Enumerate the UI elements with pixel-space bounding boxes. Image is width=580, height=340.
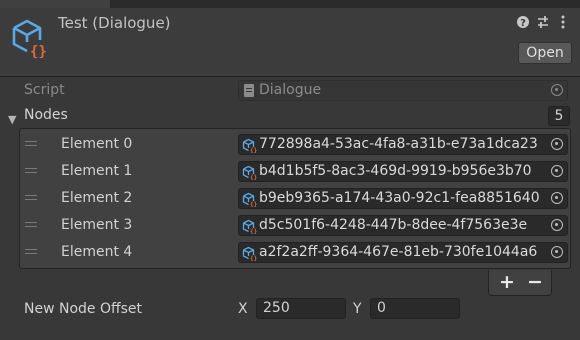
inspector-header: {} Test (Dialogue) ? Open (0, 8, 580, 76)
list-item: Element 3 {} d5c501f6-4248-447b-8dee-4f7… (20, 212, 570, 239)
svg-text:{}: {} (250, 175, 257, 181)
svg-text:{}: {} (250, 256, 257, 262)
scriptable-object-cube-icon: {} (242, 219, 257, 234)
scriptable-object-cube-icon: {} (242, 165, 257, 180)
node-object-field[interactable]: {} b9eb9365-a174-43a0-92c1-fea8851640 (238, 188, 568, 209)
element-label: Element 2 (61, 190, 133, 206)
element-label: Element 1 (61, 163, 133, 179)
object-picker-icon[interactable] (551, 138, 563, 150)
node-object-field[interactable]: {} b4d1b5f5-8ac3-469d-9919-b956e3b70 (238, 161, 568, 182)
asset-title: Test (Dialogue) (58, 14, 171, 32)
nodes-list: Element 0 {} 772898a4-53ac-4fa8-a31b-e73… (19, 128, 571, 269)
script-field: Dialogue (238, 80, 568, 101)
scriptable-object-cube-icon: {} (242, 192, 257, 207)
nodes-count-field[interactable]: 5 (548, 106, 570, 126)
drag-handle-icon[interactable] (25, 195, 37, 200)
node-guid-value: d5c501f6-4248-447b-8dee-4f7563e3e (259, 217, 528, 233)
y-label[interactable]: Y (353, 301, 362, 317)
list-add-remove-bar: + − (488, 270, 552, 296)
svg-text:{}: {} (250, 229, 257, 235)
scriptable-object-cube-icon: {} (12, 19, 47, 58)
element-label: Element 3 (61, 217, 133, 233)
more-menu-icon[interactable] (556, 14, 570, 30)
drag-handle-icon[interactable] (25, 222, 37, 227)
node-object-field[interactable]: {} 772898a4-53ac-4fa8-a31b-e73a1dca23 (238, 134, 568, 155)
list-item: Element 0 {} 772898a4-53ac-4fa8-a31b-e73… (20, 131, 570, 158)
object-picker-icon[interactable] (551, 165, 563, 177)
remove-element-button[interactable]: − (523, 271, 547, 293)
inspector-tab[interactable] (0, 0, 110, 8)
svg-text:{}: {} (30, 44, 47, 58)
nodes-label[interactable]: Nodes (24, 107, 68, 123)
x-label[interactable]: X (238, 301, 248, 317)
drag-handle-icon[interactable] (25, 249, 37, 254)
svg-text:{}: {} (250, 148, 257, 154)
preset-sliders-icon[interactable] (536, 14, 550, 30)
new-node-offset-label: New Node Offset (24, 301, 143, 317)
scriptable-object-cube-icon: {} (242, 246, 257, 261)
node-guid-value: 772898a4-53ac-4fa8-a31b-e73a1dca23 (259, 136, 538, 152)
inspector-tab-strip (0, 0, 580, 8)
list-item: Element 2 {} b9eb9365-a174-43a0-92c1-fea… (20, 185, 570, 212)
drag-handle-icon[interactable] (25, 141, 37, 146)
script-label: Script (24, 82, 65, 98)
header-icon-group: ? (516, 14, 570, 30)
scriptable-object-cube-icon: {} (242, 138, 257, 153)
object-picker-icon[interactable] (551, 246, 563, 258)
node-guid-value: b4d1b5f5-8ac3-469d-9919-b956e3b70 (259, 163, 532, 179)
offset-x-field[interactable]: 250 (256, 298, 346, 319)
node-object-field[interactable]: {} a2f2a2ff-9364-467e-81eb-730fe1044a6 (238, 242, 568, 263)
node-object-field[interactable]: {} d5c501f6-4248-447b-8dee-4f7563e3e (238, 215, 568, 236)
foldout-arrow-icon[interactable]: ▼ (8, 113, 16, 126)
add-element-button[interactable]: + (495, 271, 519, 293)
script-value: Dialogue (259, 82, 322, 98)
object-picker-icon (551, 84, 563, 96)
element-label: Element 0 (61, 136, 133, 152)
list-item: Element 1 {} b4d1b5f5-8ac3-469d-9919-b95… (20, 158, 570, 185)
node-guid-value: b9eb9365-a174-43a0-92c1-fea8851640 (259, 190, 540, 206)
offset-y-field[interactable]: 0 (370, 298, 460, 319)
svg-text:{}: {} (250, 202, 257, 208)
object-picker-icon[interactable] (551, 219, 563, 231)
open-button[interactable]: Open (518, 42, 572, 64)
node-guid-value: a2f2a2ff-9364-467e-81eb-730fe1044a6 (259, 244, 538, 260)
svg-text:?: ? (520, 18, 526, 29)
help-icon[interactable]: ? (516, 14, 530, 30)
list-item: Element 4 {} a2f2a2ff-9364-467e-81eb-730… (20, 239, 570, 266)
drag-handle-icon[interactable] (25, 168, 37, 173)
element-label: Element 4 (61, 244, 133, 260)
script-file-icon (244, 84, 254, 97)
object-picker-icon[interactable] (551, 192, 563, 204)
header-divider (0, 76, 580, 77)
